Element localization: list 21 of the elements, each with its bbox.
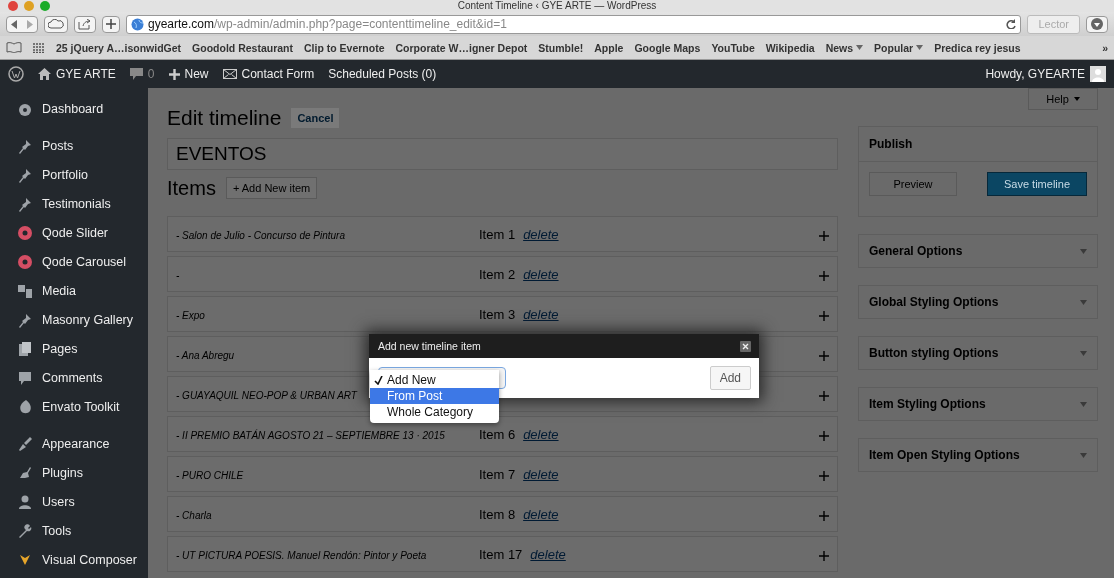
item-label: Item 17	[479, 546, 523, 562]
page-title: Edit timeline	[167, 106, 282, 130]
item-title: - GUAYAQUIL NEO-POP & URBAN ART	[176, 390, 357, 401]
item-title: - PURO CHILE	[176, 470, 244, 481]
publish-heading: Publish	[859, 127, 1097, 162]
item-title: - Ana Abregu	[176, 350, 235, 361]
dialog-title: Add new timeline item	[378, 340, 481, 352]
item-label: Item 1	[479, 226, 516, 242]
item-title: - II PREMIO BATÁN AGOSTO 21 – SEPTIEMBRE 13 · 2015	[176, 430, 445, 441]
item-label: Item 2	[479, 266, 516, 282]
item-title: - Expo	[176, 310, 205, 321]
window-title: Content Timeline ‹ GYE ARTE — WordPress	[457, 0, 657, 12]
item-label: Item 8	[479, 506, 516, 522]
item-title: - Salon de Julio - Concurso de Pintura	[176, 230, 345, 241]
item-title: - Charla	[176, 510, 212, 521]
item-label: Item 7	[479, 466, 516, 482]
item-label: Item 3	[479, 306, 516, 322]
items-heading: Items	[167, 176, 216, 200]
item-label: Item 6	[479, 426, 516, 442]
item-title: -	[176, 270, 180, 281]
item-title: - UT PICTURA POESIS. Manuel Rendón: Pintor y Poeta	[176, 550, 427, 561]
